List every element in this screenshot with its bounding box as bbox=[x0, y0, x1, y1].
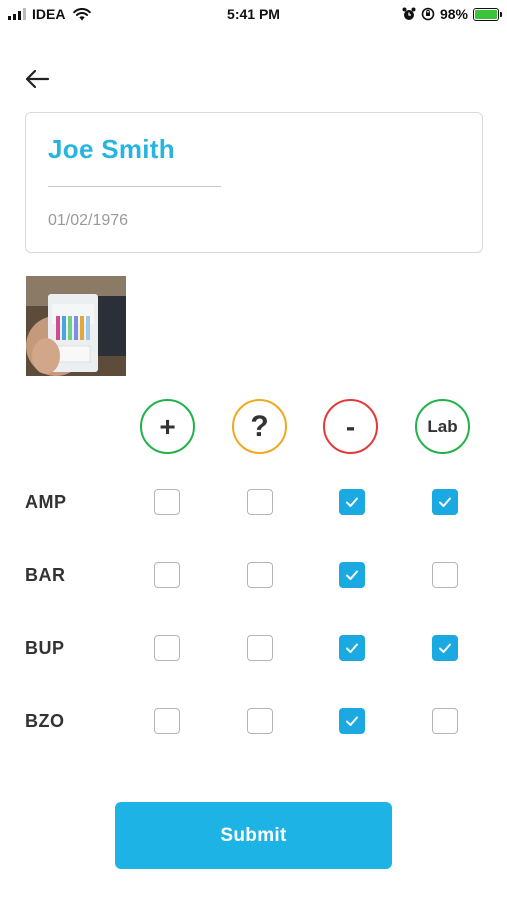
rotation-lock-icon bbox=[421, 7, 435, 21]
status-bar: IDEA 5:41 PM 98% bbox=[0, 0, 507, 28]
battery-charging-icon bbox=[473, 7, 502, 21]
checkbox-amp-negative[interactable] bbox=[339, 489, 365, 515]
checkbox-amp-lab[interactable] bbox=[432, 489, 458, 515]
checkmark-icon bbox=[439, 497, 451, 507]
alarm-icon bbox=[402, 7, 416, 20]
checkbox-bup-lab[interactable] bbox=[432, 635, 458, 661]
checkbox-bzo-positive[interactable] bbox=[154, 708, 180, 734]
checkbox-bar-lab[interactable] bbox=[432, 562, 458, 588]
checkbox-bup-unclear[interactable] bbox=[247, 635, 273, 661]
column-header-unclear[interactable]: ? bbox=[232, 399, 287, 454]
battery-percent: 98% bbox=[439, 6, 468, 22]
checkbox-bar-unclear[interactable] bbox=[247, 562, 273, 588]
checkbox-bar-positive[interactable] bbox=[154, 562, 180, 588]
checkbox-bar-negative[interactable] bbox=[339, 562, 365, 588]
column-header-negative[interactable]: - bbox=[323, 399, 378, 454]
checkbox-bzo-lab[interactable] bbox=[432, 708, 458, 734]
arrow-left-icon bbox=[25, 69, 50, 89]
checkbox-amp-positive[interactable] bbox=[154, 489, 180, 515]
submit-button[interactable]: Submit bbox=[115, 802, 392, 869]
column-header-lab[interactable]: Lab bbox=[415, 399, 470, 454]
test-photo-thumbnail[interactable] bbox=[26, 276, 126, 376]
checkbox-amp-unclear[interactable] bbox=[247, 489, 273, 515]
patient-card: Joe Smith 01/02/1976 bbox=[25, 112, 483, 253]
drug-label-bzo: BZO bbox=[25, 711, 65, 731]
back-button[interactable] bbox=[22, 64, 52, 94]
checkmark-icon bbox=[346, 716, 358, 726]
drug-label-amp: AMP bbox=[25, 492, 67, 512]
checkmark-icon bbox=[346, 643, 358, 653]
checkbox-bup-positive[interactable] bbox=[154, 635, 180, 661]
name-divider bbox=[48, 186, 221, 187]
checkbox-bup-negative[interactable] bbox=[339, 635, 365, 661]
drug-label-bup: BUP bbox=[25, 638, 65, 658]
checkbox-bzo-negative[interactable] bbox=[339, 708, 365, 734]
drug-label-bar: BAR bbox=[25, 565, 66, 585]
column-header-positive[interactable]: + bbox=[140, 399, 195, 454]
checkbox-bzo-unclear[interactable] bbox=[247, 708, 273, 734]
checkmark-icon bbox=[346, 497, 358, 507]
patient-name: Joe Smith bbox=[48, 134, 175, 164]
patient-dob: 01/02/1976 bbox=[48, 212, 129, 229]
checkmark-icon bbox=[439, 643, 451, 653]
checkmark-icon bbox=[346, 570, 358, 580]
